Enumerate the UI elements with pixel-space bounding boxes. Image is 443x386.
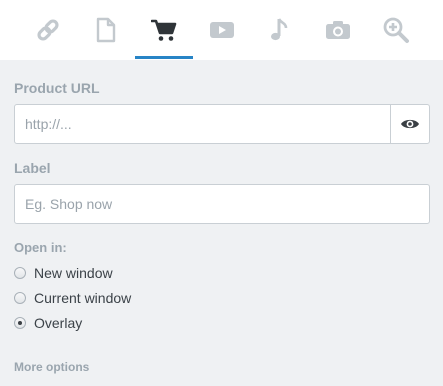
tab-music[interactable] (251, 0, 309, 60)
product-url-input[interactable] (14, 104, 391, 144)
tab-link[interactable] (19, 0, 77, 60)
link-icon (37, 19, 59, 41)
music-icon (271, 18, 288, 41)
eye-icon (401, 119, 419, 129)
tab-cart[interactable] (135, 0, 193, 60)
radio-new-window[interactable]: New window (14, 263, 113, 283)
page-icon (96, 17, 116, 43)
label-input[interactable] (14, 184, 430, 224)
radio-overlay[interactable]: Overlay (14, 313, 82, 333)
radio-label-current-window: Current window (34, 290, 132, 306)
product-url-label: Product URL (14, 80, 100, 96)
zoom-icon (383, 17, 409, 43)
label-field-label: Label (14, 160, 51, 176)
tab-page[interactable] (77, 0, 135, 60)
cart-icon (151, 19, 177, 41)
radio-button[interactable] (14, 267, 26, 279)
radio-button-checked[interactable] (14, 317, 26, 329)
preview-button[interactable] (390, 104, 430, 144)
radio-label-new-window: New window (34, 265, 113, 281)
more-options-link[interactable]: More options (14, 360, 89, 374)
tab-camera[interactable] (309, 0, 367, 60)
tab-zoom[interactable] (367, 0, 425, 60)
radio-button[interactable] (14, 292, 26, 304)
camera-icon (326, 21, 350, 39)
radio-label-overlay: Overlay (34, 315, 83, 331)
tab-video[interactable] (193, 0, 251, 60)
open-in-label: Open in: (14, 240, 67, 255)
radio-current-window[interactable]: Current window (14, 288, 131, 308)
video-icon (210, 22, 234, 38)
tab-bar (0, 0, 443, 60)
